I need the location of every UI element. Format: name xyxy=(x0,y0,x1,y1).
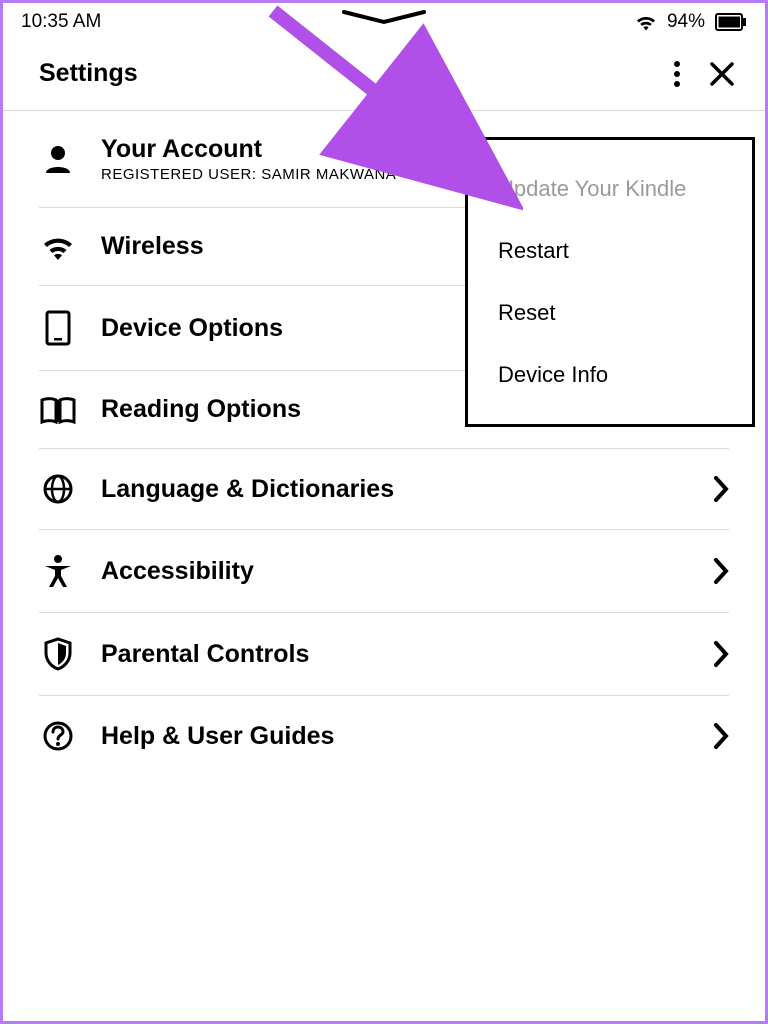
battery-percent: 94% xyxy=(667,11,705,33)
accessibility-icon xyxy=(43,554,73,588)
wifi-icon xyxy=(41,233,75,261)
status-time: 10:35 AM xyxy=(21,11,101,33)
settings-item-help[interactable]: Help & User Guides xyxy=(39,696,729,776)
overflow-menu: Update Your Kindle Restart Reset Device … xyxy=(465,137,755,427)
person-icon xyxy=(42,143,74,175)
shield-icon xyxy=(43,637,73,671)
chevron-right-icon xyxy=(713,722,729,750)
menu-item-reset[interactable]: Reset xyxy=(468,282,752,344)
chevron-right-icon xyxy=(713,640,729,668)
chevron-right-icon xyxy=(713,475,729,503)
chevron-right-icon xyxy=(713,557,729,585)
close-icon[interactable] xyxy=(709,61,735,87)
settings-item-language[interactable]: Language & Dictionaries xyxy=(39,449,729,530)
book-icon xyxy=(40,396,76,424)
overflow-menu-icon[interactable] xyxy=(673,60,681,88)
help-icon xyxy=(42,720,74,752)
parental-label: Parental Controls xyxy=(101,640,689,669)
settings-header: Settings xyxy=(3,37,765,111)
accessibility-label: Accessibility xyxy=(101,557,689,586)
menu-item-restart[interactable]: Restart xyxy=(468,220,752,282)
settings-item-accessibility[interactable]: Accessibility xyxy=(39,530,729,613)
menu-item-update[interactable]: Update Your Kindle xyxy=(468,158,752,220)
globe-icon xyxy=(42,473,74,505)
wifi-icon xyxy=(635,13,657,31)
page-title: Settings xyxy=(39,59,138,88)
device-icon xyxy=(45,310,71,346)
battery-icon xyxy=(715,13,747,31)
help-label: Help & User Guides xyxy=(101,722,689,751)
menu-item-deviceinfo[interactable]: Device Info xyxy=(468,344,752,406)
pull-handle-icon[interactable] xyxy=(339,9,429,27)
language-label: Language & Dictionaries xyxy=(101,475,689,504)
settings-item-parental[interactable]: Parental Controls xyxy=(39,613,729,696)
